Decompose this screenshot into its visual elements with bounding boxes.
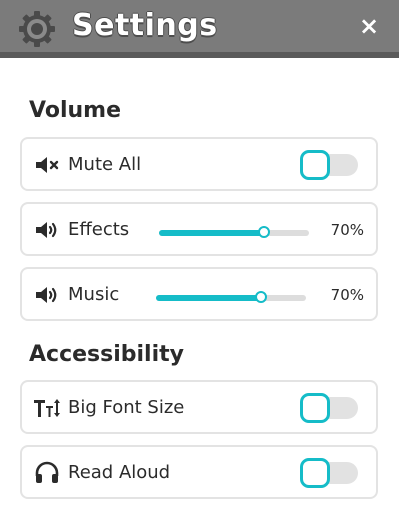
volume-heading: Volume	[29, 98, 121, 123]
settings-header: Settings ×	[0, 0, 399, 58]
speaker-icon	[36, 222, 57, 238]
music-value: 70%	[330, 286, 364, 304]
music-volume-slider[interactable]	[156, 291, 306, 303]
big-font-size-toggle[interactable]	[300, 393, 358, 423]
slider-thumb[interactable]	[255, 291, 267, 303]
slider-fill	[156, 295, 261, 301]
music-label: Music	[68, 284, 120, 305]
speaker-icon	[36, 287, 57, 303]
read-aloud-toggle[interactable]	[300, 458, 358, 488]
music-row: Music 70%	[20, 267, 378, 321]
big-font-size-row: Big Font Size	[20, 380, 378, 434]
toggle-knob	[300, 393, 330, 423]
mute-all-label: Mute All	[68, 154, 142, 175]
gear-icon	[19, 11, 55, 47]
settings-panel: Settings × Volume Mute All Effects 70% M…	[0, 0, 399, 524]
big-font-size-label: Big Font Size	[68, 397, 185, 418]
close-button[interactable]: ×	[357, 11, 381, 41]
slider-fill	[159, 230, 264, 236]
mute-all-toggle[interactable]	[300, 150, 358, 180]
read-aloud-label: Read Aloud	[68, 462, 171, 483]
mute-all-row: Mute All	[20, 137, 378, 191]
read-aloud-row: Read Aloud	[20, 445, 378, 499]
effects-label: Effects	[68, 219, 130, 240]
effects-value: 70%	[330, 221, 364, 239]
headphones-icon	[35, 461, 59, 483]
text-size-icon	[34, 399, 60, 417]
effects-volume-slider[interactable]	[159, 226, 309, 238]
effects-row: Effects 70%	[20, 202, 378, 256]
slider-thumb[interactable]	[258, 226, 270, 238]
accessibility-heading: Accessibility	[29, 342, 184, 367]
toggle-knob	[300, 458, 330, 488]
speaker-mute-icon	[36, 157, 59, 173]
page-title: Settings	[72, 8, 218, 43]
toggle-knob	[300, 150, 330, 180]
